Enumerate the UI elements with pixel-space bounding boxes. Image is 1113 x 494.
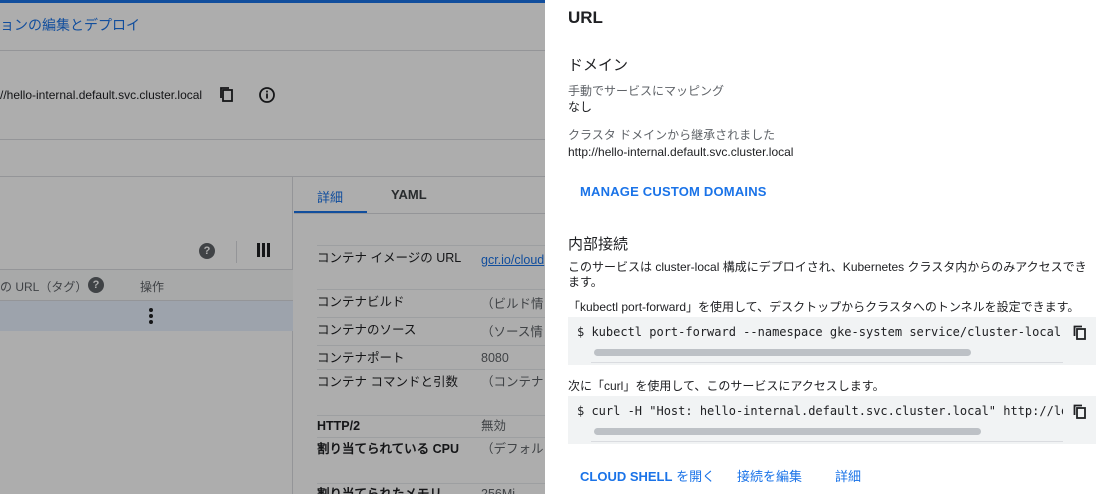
port-forward-command-box: $ kubectl port-forward --namespace gke-s… bbox=[568, 317, 1096, 365]
internal-connection-description: このサービスは cluster-local 構成にデプロイされ、Kubernet… bbox=[568, 260, 1087, 289]
port-forward-command[interactable]: $ kubectl port-forward --namespace gke-s… bbox=[577, 325, 1063, 339]
curl-command-box: $ curl -H "Host: hello-internal.default.… bbox=[568, 396, 1096, 444]
manual-mapping-value: なし bbox=[568, 100, 593, 114]
copy-icon[interactable] bbox=[1073, 325, 1087, 341]
edit-connection-button[interactable]: 接続を編集 bbox=[737, 466, 802, 485]
cluster-domain-value: http://hello-internal.default.svc.cluste… bbox=[568, 145, 794, 159]
port-forward-note: 「kubectl port-forward」を使用して、デスクトップからクラスタ… bbox=[568, 300, 1080, 314]
manage-custom-domains-button[interactable]: MANAGE CUSTOM DOMAINS bbox=[580, 184, 767, 199]
horizontal-scrollbar[interactable] bbox=[594, 428, 981, 435]
curl-note: 次に「curl」を使用して、このサービスにアクセスします。 bbox=[568, 379, 885, 393]
copy-icon[interactable] bbox=[1073, 404, 1087, 420]
curl-command[interactable]: $ curl -H "Host: hello-internal.default.… bbox=[577, 404, 1063, 418]
cloud-shell-label: CLOUD SHELL bbox=[580, 469, 673, 484]
scrollbar-track bbox=[591, 441, 1063, 442]
modal-scrim[interactable] bbox=[0, 0, 545, 494]
scrollbar-track bbox=[591, 362, 1063, 363]
domain-section-heading: ドメイン bbox=[568, 57, 629, 74]
details-button[interactable]: 詳細 bbox=[835, 466, 861, 485]
internal-connection-heading: 内部接続 bbox=[568, 236, 629, 253]
cluster-domain-label: クラスタ ドメインから継承されました bbox=[568, 128, 776, 142]
url-side-sheet: URL ドメイン 手動でサービスにマッピング なし クラスタ ドメインから継承さ… bbox=[545, 0, 1113, 494]
horizontal-scrollbar[interactable] bbox=[594, 349, 971, 356]
sheet-title: URL bbox=[568, 8, 603, 27]
manual-mapping-label: 手動でサービスにマッピング bbox=[568, 84, 725, 98]
open-label: を開く bbox=[672, 469, 716, 484]
open-cloud-shell-button[interactable]: CLOUD SHELL を開く bbox=[580, 466, 715, 485]
